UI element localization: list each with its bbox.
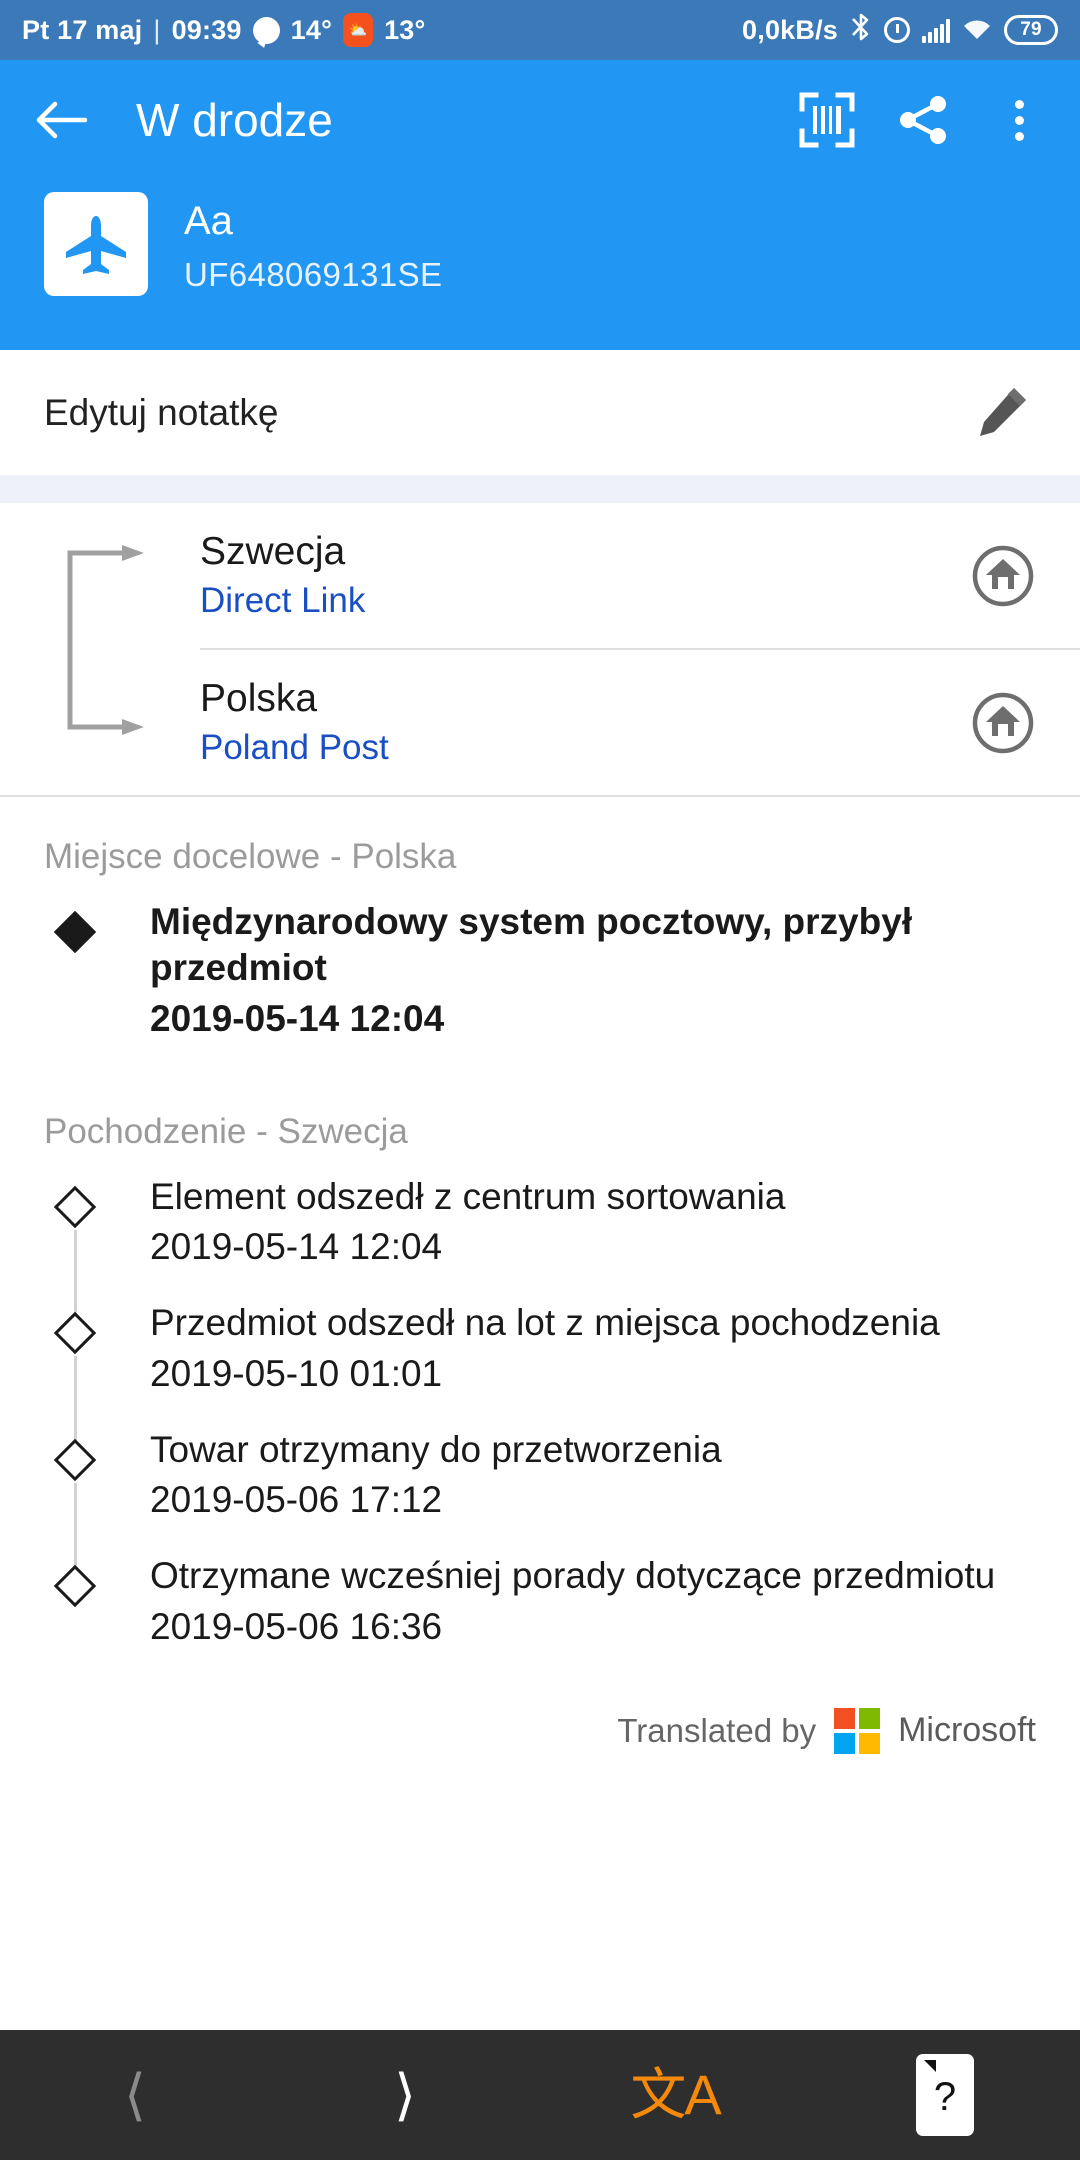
- route-row-text: Polska Poland Post: [200, 676, 389, 768]
- event-gutter: [0, 1427, 150, 1568]
- event-section-title: Miejsce docelowe - Polska: [44, 837, 457, 876]
- event-gutter: [0, 1553, 150, 1680]
- event-timestamp: 2019-05-14 12:04: [150, 997, 445, 1039]
- status-bar-right: 0,0kB/s 79: [742, 12, 1058, 49]
- route-row-text: Szwecja Direct Link: [200, 529, 365, 621]
- route-card: Szwecja Direct Link Polska Poland Post: [0, 503, 1080, 795]
- home-circle-icon[interactable]: [970, 543, 1036, 609]
- share-icon[interactable]: [892, 89, 954, 151]
- event-description: Międzynarodowy system pocztowy, przybył …: [150, 901, 913, 989]
- app-bar: W drodze Aa UF648069131SE: [0, 60, 1080, 350]
- status-separator: |: [153, 14, 161, 45]
- microsoft-brand-label: Microsoft: [898, 1711, 1036, 1750]
- help-glyph: ?: [933, 2075, 957, 2119]
- app-root: Pt 17 maj | 09:39 14° ⛅ 13° 0,0kB/s 79 W…: [0, 0, 1080, 2160]
- more-vertical-icon[interactable]: [988, 89, 1050, 151]
- chevron-right-icon[interactable]: ⟩: [270, 2030, 540, 2160]
- event-timestamp: 2019-05-14 12:04: [150, 1226, 443, 1267]
- event-section: Miejsce docelowe - Polska Międzynarodowy…: [0, 797, 1080, 1072]
- chevron-left-icon[interactable]: ⟨: [0, 2030, 270, 2160]
- route-row[interactable]: Polska Poland Post: [0, 650, 1080, 795]
- bluetooth-icon: [850, 12, 872, 49]
- status-temp-secondary: 13°: [384, 14, 426, 45]
- status-time: 09:39: [171, 14, 242, 45]
- status-bar: Pt 17 maj | 09:39 14° ⛅ 13° 0,0kB/s 79: [0, 0, 1080, 60]
- back-arrow-icon[interactable]: [30, 89, 92, 151]
- event-timestamp: 2019-05-10 01:01: [150, 1352, 443, 1394]
- event-item: Międzynarodowy system pocztowy, przybył …: [0, 899, 1080, 1072]
- cellular-signal-icon: [922, 17, 950, 43]
- barcode-scan-icon[interactable]: [796, 89, 858, 151]
- event-bullet-hollow-diamond-icon: [53, 1438, 97, 1481]
- route-bracket-connector: [60, 545, 150, 735]
- event-description: Towar otrzymany do przetworzenia: [150, 1428, 722, 1470]
- shipment-summary: Aa UF648069131SE: [0, 180, 1080, 350]
- airplane-icon: [44, 192, 148, 296]
- edit-note-row[interactable]: Edytuj notatkę: [0, 350, 1080, 475]
- battery-indicator: 79: [1004, 15, 1058, 45]
- translated-by-footer: Translated by Microsoft: [0, 1680, 1080, 1788]
- message-bubble-icon: [252, 16, 280, 44]
- event-bullet-filled-diamond-icon: [53, 910, 97, 954]
- event-section-title: Pochodzenie - Szwecja: [44, 1111, 408, 1151]
- event-description: Element odszedł z centrum sortowania: [150, 1175, 786, 1217]
- event-body: Element odszedł z centrum sortowania 201…: [150, 1174, 785, 1301]
- event-description: Przedmiot odszedł na lot z miejsca pocho…: [150, 1302, 940, 1344]
- translate-glyph: 文A: [630, 2063, 721, 2126]
- route-country: Szwecja: [200, 529, 346, 573]
- event-bullet-hollow-diamond-icon: [53, 1565, 97, 1608]
- app-bar-top: W drodze: [0, 60, 1080, 180]
- microsoft-logo-icon: [834, 1707, 881, 1754]
- translate-icon[interactable]: 文A: [540, 2030, 810, 2160]
- event-bullet-hollow-diamond-icon: [53, 1185, 97, 1228]
- route-carrier-link[interactable]: Direct Link: [200, 581, 365, 621]
- route-carrier-link[interactable]: Poland Post: [200, 728, 389, 768]
- status-temp-primary: 14°: [290, 14, 333, 45]
- edit-note-label: Edytuj notatkę: [44, 391, 279, 433]
- route-country: Polska: [200, 676, 318, 720]
- wifi-icon: [962, 17, 992, 43]
- event-section: Pochodzenie - Szwecja Element odszedł z …: [0, 1072, 1080, 1680]
- network-speed: 0,0kB/s: [742, 14, 838, 45]
- page-title: W drodze: [136, 94, 333, 146]
- event-item: Element odszedł z centrum sortowania 201…: [0, 1174, 1080, 1315]
- alarm-clock-icon: [884, 17, 910, 43]
- event-body: Przedmiot odszedł na lot z miejsca pocho…: [150, 1300, 940, 1427]
- route-row[interactable]: Szwecja Direct Link: [0, 503, 1080, 648]
- app-bar-actions: [796, 89, 1050, 151]
- event-body: Towar otrzymany do przetworzenia 2019-05…: [150, 1427, 722, 1554]
- shipment-name: Aa: [184, 199, 233, 243]
- event-gutter: [0, 1174, 150, 1315]
- route-inner: Szwecja Direct Link Polska Poland Post: [0, 503, 1080, 795]
- event-body: Międzynarodowy system pocztowy, przybył …: [150, 899, 1036, 1072]
- event-body: Otrzymane wcześniej porady dotyczące prz…: [150, 1553, 995, 1680]
- event-gutter: [0, 1300, 150, 1441]
- translated-by-label: Translated by: [617, 1711, 817, 1749]
- section-divider-band: [0, 475, 1080, 503]
- home-circle-icon[interactable]: [970, 690, 1036, 756]
- event-item: Otrzymane wcześniej porady dotyczące prz…: [0, 1553, 1080, 1680]
- tracking-events: Miejsce docelowe - Polska Międzynarodowy…: [0, 797, 1080, 2030]
- event-timestamp: 2019-05-06 17:12: [150, 1479, 443, 1520]
- event-timestamp: 2019-05-06 16:36: [150, 1605, 443, 1647]
- event-gutter: [0, 899, 150, 1072]
- event-item: Towar otrzymany do przetworzenia 2019-05…: [0, 1427, 1080, 1568]
- battery-level: 79: [1020, 19, 1042, 40]
- status-bar-left: Pt 17 maj | 09:39 14° ⛅ 13°: [22, 13, 426, 47]
- event-item: Przedmiot odszedł na lot z miejsca pocho…: [0, 1300, 1080, 1441]
- pencil-edit-icon[interactable]: [966, 378, 1036, 448]
- event-bullet-hollow-diamond-icon: [53, 1312, 97, 1355]
- bottom-navigation-bar: ⟨ ⟩ 文A ?: [0, 2030, 1080, 2160]
- tracking-number: UF648069131SE: [184, 256, 443, 293]
- status-date: Pt 17 maj: [22, 14, 143, 45]
- event-description: Otrzymane wcześniej porady dotyczące prz…: [150, 1555, 996, 1597]
- weather-widget-icon: ⛅: [343, 13, 374, 47]
- help-card-icon[interactable]: ?: [810, 2030, 1080, 2160]
- shipment-text: Aa UF648069131SE: [184, 192, 442, 294]
